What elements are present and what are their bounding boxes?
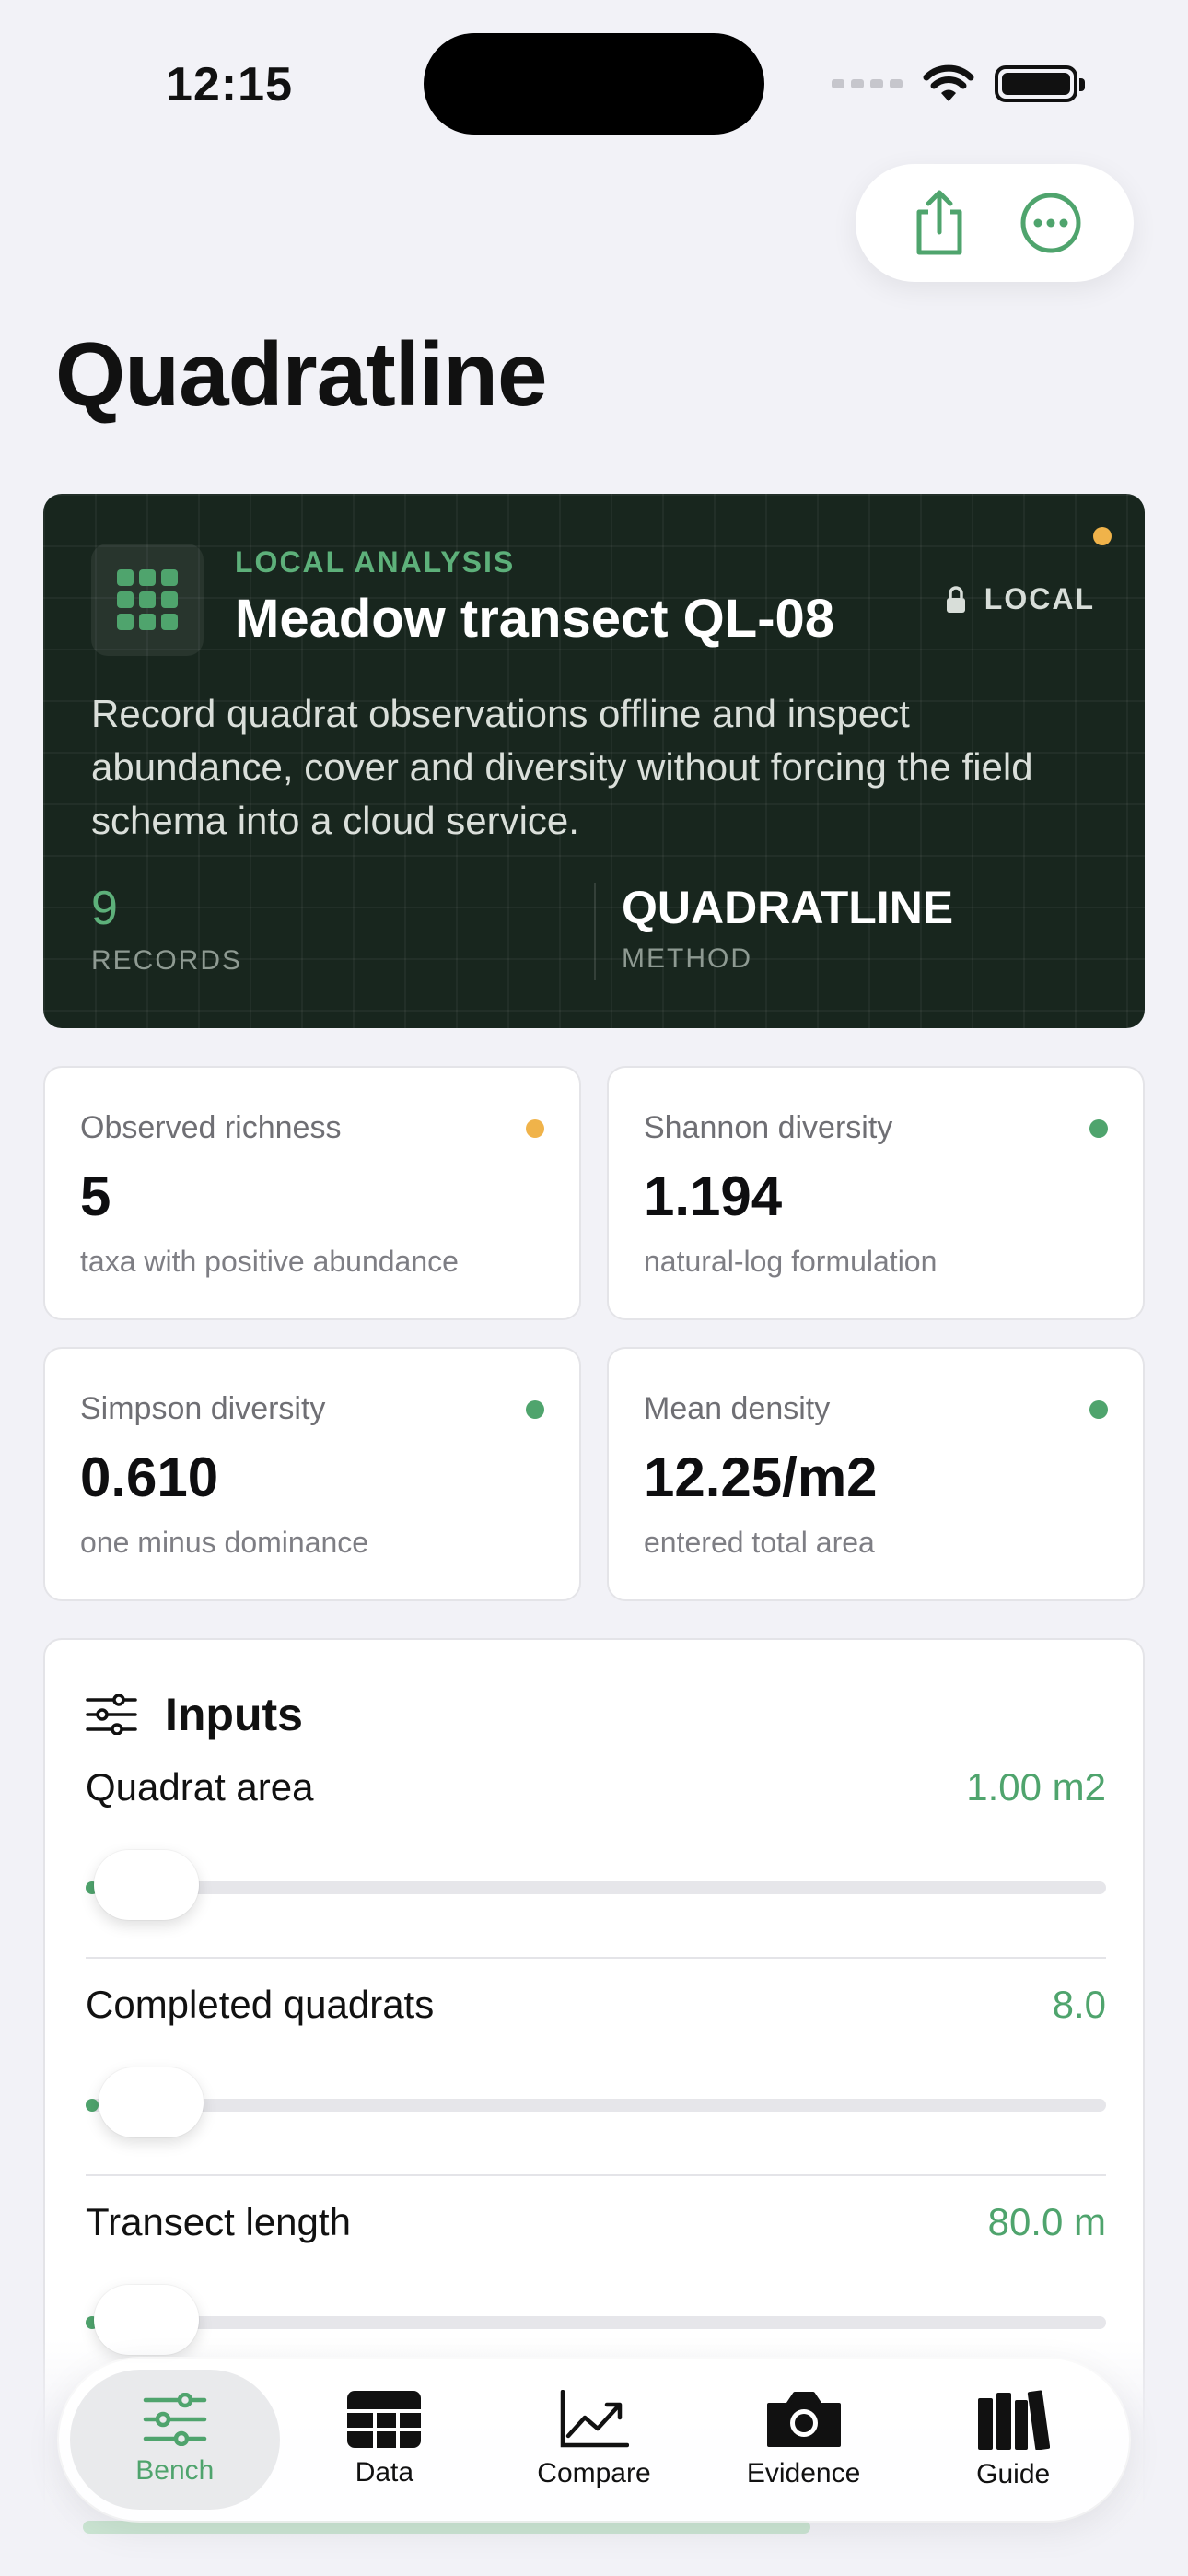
more-button[interactable] xyxy=(1014,186,1088,260)
signal-icon xyxy=(832,79,903,88)
metric-card-shannon: Shannon diversity 1.194 natural-log form… xyxy=(607,1066,1145,1320)
hero-kicker: LOCAL ANALYSIS xyxy=(235,545,516,579)
records-value: 9 xyxy=(91,882,118,935)
hero-status-dot xyxy=(1093,527,1112,545)
method-stat: QUADRATLINE METHOD xyxy=(622,881,953,975)
metric-label: Shannon diversity xyxy=(644,1110,893,1145)
input-label: Quadrat area xyxy=(86,1765,314,1809)
metric-caption: one minus dominance xyxy=(80,1526,369,1559)
ellipsis-circle-icon xyxy=(1020,193,1080,253)
records-stat: 9 RECORDS xyxy=(91,881,242,977)
metric-value: 0.610 xyxy=(80,1446,219,1508)
status-time: 12:15 xyxy=(166,58,293,111)
page-title: Quadratline xyxy=(55,323,548,425)
metric-value: 12.25/m2 xyxy=(644,1446,878,1508)
input-value: 80.0 m xyxy=(987,2200,1106,2243)
tab-label: Data xyxy=(355,2457,414,2488)
slider-fill xyxy=(86,2099,99,2112)
row-divider xyxy=(86,1957,1106,1959)
metric-caption: natural-log formulation xyxy=(644,1245,938,1278)
table-icon xyxy=(347,2391,422,2448)
tab-label: Compare xyxy=(537,2458,651,2488)
camera-icon xyxy=(766,2392,841,2447)
lock-icon xyxy=(946,585,965,613)
tab-label: Bench xyxy=(135,2455,215,2486)
slider-track[interactable] xyxy=(86,2316,1106,2329)
tab-guide[interactable]: Guide xyxy=(908,2370,1118,2510)
metric-label: Mean density xyxy=(644,1391,831,1426)
tab-label: Evidence xyxy=(746,2458,861,2488)
metric-card-simpson: Simpson diversity 0.610 one minus domina… xyxy=(43,1347,581,1601)
status-dot xyxy=(1089,1119,1108,1138)
tab-data[interactable]: Data xyxy=(280,2370,490,2510)
scroll-content-peek xyxy=(83,2521,810,2534)
metric-value: 5 xyxy=(80,1165,111,1227)
dynamic-island xyxy=(424,33,764,135)
status-dot xyxy=(526,1400,544,1419)
tab-bar: Bench Data Compare Evidence Guide xyxy=(59,2359,1129,2521)
metric-card-density: Mean density 12.25/m2 entered total area xyxy=(607,1347,1145,1601)
records-label: RECORDS xyxy=(91,945,243,976)
tab-label: Guide xyxy=(976,2459,1051,2489)
input-value: 1.00 m2 xyxy=(966,1765,1106,1809)
grid-icon xyxy=(91,544,204,656)
metric-card-richness: Observed richness 5 taxa with positive a… xyxy=(43,1066,581,1320)
input-label: Transect length xyxy=(86,2200,351,2243)
status-dot xyxy=(1089,1400,1108,1419)
input-label: Completed quadrats xyxy=(86,1983,435,2026)
wifi-icon xyxy=(923,64,974,101)
row-divider xyxy=(86,2174,1106,2176)
stat-divider xyxy=(594,883,596,980)
method-value: QUADRATLINE xyxy=(622,882,954,933)
slider-track[interactable] xyxy=(86,2099,1106,2112)
share-icon xyxy=(916,190,961,255)
slider-track[interactable] xyxy=(86,1881,1106,1894)
hero-card: LOCAL ANALYSIS Meadow transect QL-08 LOC… xyxy=(43,494,1145,1028)
local-badge-label: LOCAL xyxy=(984,582,1095,615)
status-indicators xyxy=(832,64,1085,103)
trend-chart-icon xyxy=(560,2390,629,2448)
share-button[interactable] xyxy=(903,186,976,260)
books-icon xyxy=(978,2390,1051,2450)
metric-caption: entered total area xyxy=(644,1526,875,1559)
inputs-title: Inputs xyxy=(165,1689,303,1740)
slider-thumb[interactable] xyxy=(94,1850,199,1920)
tab-evidence[interactable]: Evidence xyxy=(699,2370,909,2510)
sliders-icon xyxy=(143,2393,207,2446)
header-actions xyxy=(856,164,1134,282)
inputs-header: Inputs xyxy=(86,1688,303,1741)
hero-title: Meadow transect QL-08 xyxy=(235,589,835,649)
metric-label: Observed richness xyxy=(80,1110,342,1145)
battery-icon xyxy=(995,65,1085,102)
metric-caption: taxa with positive abundance xyxy=(80,1245,459,1278)
method-label: METHOD xyxy=(622,943,752,974)
local-badge: LOCAL xyxy=(946,582,1095,616)
input-value: 8.0 xyxy=(1052,1983,1106,2026)
tab-bench[interactable]: Bench xyxy=(70,2370,280,2510)
metric-value: 1.194 xyxy=(644,1165,783,1227)
status-dot xyxy=(526,1119,544,1138)
sliders-icon xyxy=(86,1694,137,1735)
slider-thumb[interactable] xyxy=(99,2067,204,2137)
hero-description: Record quadrat observations offline and … xyxy=(91,692,1033,842)
metric-label: Simpson diversity xyxy=(80,1391,326,1426)
tab-compare[interactable]: Compare xyxy=(489,2370,699,2510)
